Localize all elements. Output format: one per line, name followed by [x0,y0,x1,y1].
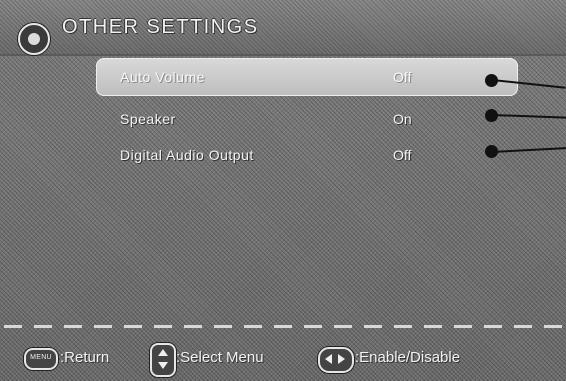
page-title: OTHER SETTINGS [62,16,259,38]
menu-item-value[interactable]: Off [393,147,411,163]
footer-help-bar: MENU :Return :Select Menu :Enable/Disabl… [0,340,566,381]
dashed-separator [4,325,562,328]
left-right-arrows-icon [318,347,354,373]
menu-item-auto-volume[interactable]: Auto Volume Off [96,58,518,96]
menu-key-icon: MENU [24,348,58,370]
enable-disable-hint: :Enable/Disable [355,349,461,366]
menu-item-value[interactable]: Off [393,69,411,85]
menu-item-speaker[interactable]: Speaker On [96,100,518,138]
down-arrow-icon [158,362,168,369]
select-menu-hint: :Select Menu [176,349,264,366]
tv-osd-screen: OTHER SETTINGS Auto Volume Off Speaker O… [0,0,566,381]
menu-item-label: Auto Volume [120,69,205,85]
menu-item-label: Speaker [120,111,176,127]
left-arrow-icon [325,354,332,364]
menu-item-label: Digital Audio Output [120,147,254,163]
right-arrow-icon [338,354,345,364]
circle-logo-icon [18,23,50,55]
menu-item-value[interactable]: On [393,111,412,127]
return-hint: :Return [60,349,110,366]
header-bar: OTHER SETTINGS [0,0,566,56]
menu-key-label: MENU [30,354,52,361]
menu-item-digital-audio-output[interactable]: Digital Audio Output Off [96,136,518,174]
up-arrow-icon [158,349,168,356]
up-down-arrows-icon [150,343,176,377]
